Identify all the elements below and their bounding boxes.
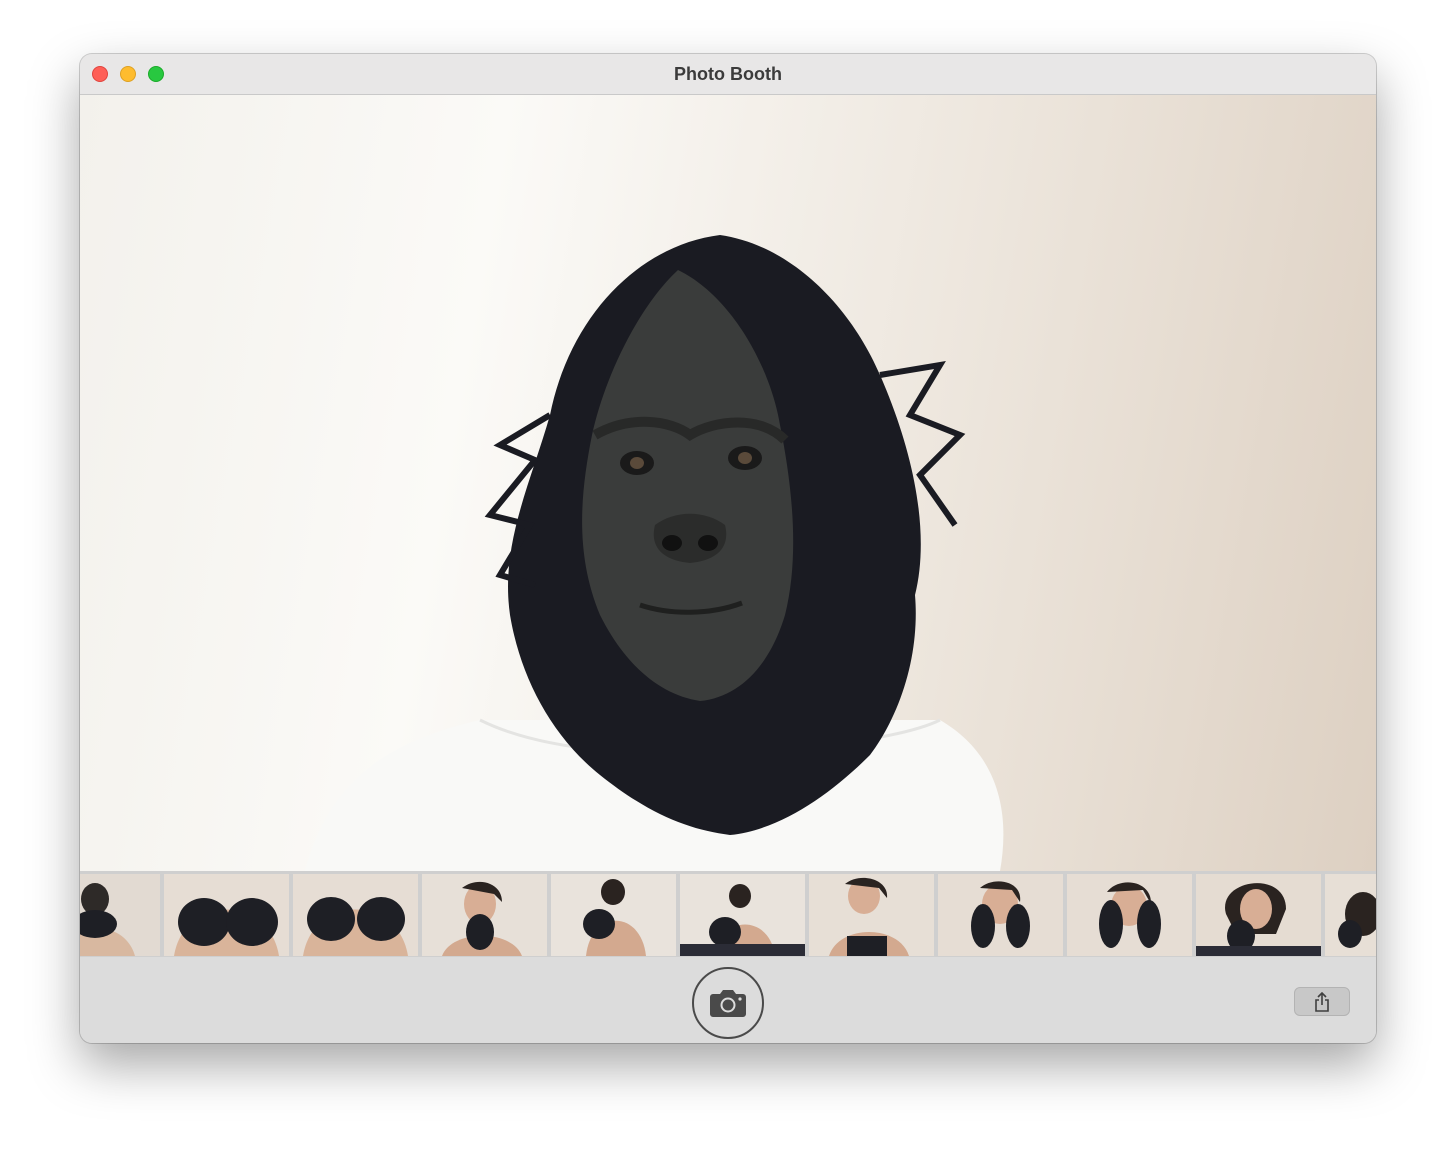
control-bar [80,957,1376,1043]
thumbnail[interactable] [809,874,934,956]
camera-preview-image [305,235,1004,871]
thumbnail[interactable] [422,874,547,956]
share-button[interactable] [1294,987,1350,1016]
share-icon [1315,991,1329,1012]
photo-filmstrip[interactable] [80,871,1376,957]
camera-icon [710,990,746,1017]
thumbnail[interactable] [551,874,676,956]
thumbnail[interactable] [164,874,289,956]
photo-booth-window: Photo Booth [80,54,1376,1043]
thumbnail[interactable] [1325,874,1376,956]
thumbnail[interactable] [1067,874,1192,956]
thumbnail[interactable] [80,874,160,956]
window-title: Photo Booth [674,64,782,84]
title-bar: Photo Booth [80,54,1376,95]
thumbnail[interactable] [938,874,1063,956]
take-photo-button[interactable] [692,967,764,1039]
camera-preview [80,95,1376,871]
thumbnail[interactable] [293,874,418,956]
thumbnail[interactable] [1196,874,1321,956]
thumbnail[interactable] [680,874,805,956]
